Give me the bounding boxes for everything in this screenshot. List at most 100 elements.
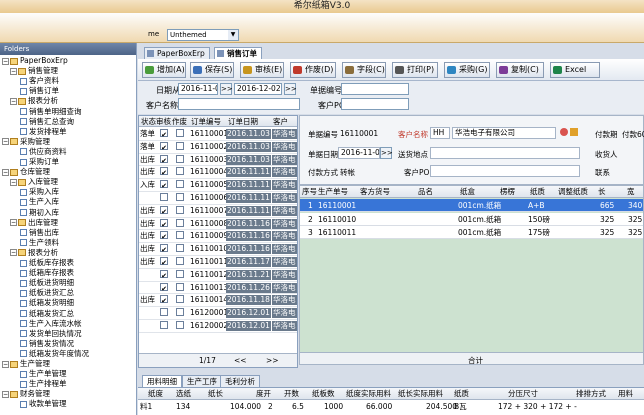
order-no-search-field[interactable] <box>341 83 409 95</box>
tree-item[interactable]: 纸箱库存报表 <box>20 268 74 278</box>
audited-checkbox[interactable]: ✔ <box>160 257 168 267</box>
col-voided[interactable]: 作废 <box>172 116 187 127</box>
col-order-date[interactable]: 订单日期 <box>228 116 258 127</box>
audited-checkbox[interactable]: ✔ <box>160 295 168 305</box>
tree-item[interactable]: 销售出库 <box>20 228 59 238</box>
voided-checkbox[interactable] <box>176 231 184 240</box>
expand-toggle-icon[interactable]: − <box>10 249 17 257</box>
col-select[interactable]: 选纸 <box>176 388 191 400</box>
detail-pay-method-value[interactable]: 转帐 <box>340 167 355 178</box>
detail-customer-code[interactable]: HH <box>430 127 450 139</box>
voided-checkbox[interactable] <box>176 193 184 201</box>
col-status[interactable]: 状态 <box>141 116 156 127</box>
detail-customer-name[interactable]: 华浩电子有限公司 <box>452 127 556 139</box>
col-customer[interactable]: 客户 <box>273 116 288 127</box>
detail-customer-po-field[interactable] <box>430 165 580 177</box>
voided-checkbox[interactable] <box>176 244 184 253</box>
col-cut[interactable]: 度开 <box>256 388 271 400</box>
expand-toggle-icon[interactable]: − <box>2 57 9 65</box>
tree-item[interactable]: 发货排程单 <box>20 127 67 137</box>
tree-item[interactable]: − 报表分析 <box>10 96 58 106</box>
voided-checkbox[interactable] <box>176 321 184 329</box>
col-paper-quality[interactable]: 纸质 <box>454 388 469 400</box>
audited-checkbox[interactable]: ✔ <box>160 154 168 165</box>
tree-item[interactable]: 客户资料 <box>20 76 59 86</box>
col-length[interactable]: 长 <box>598 186 606 198</box>
tree-item[interactable]: − 出库管理 <box>10 218 58 228</box>
tree-item[interactable]: 纸板库存报表 <box>20 258 74 268</box>
tree-item[interactable]: 销售汇总查询 <box>20 117 74 127</box>
col-length-used[interactable]: 纸长实际用料 <box>398 388 443 400</box>
customer-po-search-field[interactable] <box>341 98 409 110</box>
tab-paperboxerp[interactable]: PaperBoxErp <box>144 47 210 59</box>
tree-item[interactable]: − 财务管理 <box>2 389 50 399</box>
expand-toggle-icon[interactable]: − <box>2 360 9 368</box>
audited-checkbox[interactable] <box>160 321 168 329</box>
tree-item[interactable]: − 采购管理 <box>2 137 50 147</box>
tree-item[interactable]: − PaperBoxErp <box>2 56 68 66</box>
pager-prev-button[interactable]: << <box>234 356 247 365</box>
tree-item[interactable]: 纸板进货明细 <box>20 278 74 288</box>
audited-checkbox[interactable] <box>160 308 168 317</box>
expand-toggle-icon[interactable]: − <box>10 67 17 75</box>
order-row[interactable]: 出库 ✔ 16110010 2016.11.16 华洛电 <box>139 243 297 256</box>
audited-checkbox[interactable]: ✔ <box>160 167 168 177</box>
tree-item[interactable]: 纸板进货汇总 <box>20 288 74 298</box>
date-to-field[interactable]: 2016-12-02 <box>234 83 282 95</box>
tree-item[interactable]: − 生产管理 <box>2 359 50 369</box>
order-row[interactable]: 出库 ✔ 16110009 2016.11.16 华洛电 <box>139 230 297 244</box>
audited-checkbox[interactable]: ✔ <box>160 244 168 254</box>
expand-toggle-icon[interactable]: − <box>2 168 9 176</box>
material-row[interactable]: 料1 134 104.000 2 6.5 1000 66.000 204.500… <box>138 401 644 414</box>
audited-checkbox[interactable]: ✔ <box>160 129 168 139</box>
expand-toggle-icon[interactable]: − <box>10 178 17 186</box>
theme-select[interactable]: Unthemed ▼ <box>167 29 239 41</box>
chevron-down-icon[interactable]: ▼ <box>228 30 238 40</box>
tree-item[interactable]: 发货单回执情况 <box>20 329 82 339</box>
toolbar-button[interactable]: 审核(E) <box>240 62 284 78</box>
order-row[interactable]: ✔ 16110012 2016.11.21 华洛电 <box>139 269 297 282</box>
col-width-used[interactable]: 纸度实际用料 <box>346 388 391 400</box>
expand-toggle-icon[interactable]: − <box>10 219 17 227</box>
toolbar-button[interactable]: 作废(D) <box>290 62 336 78</box>
col-layout[interactable]: 排排方式 <box>576 388 606 400</box>
col-split-size[interactable]: 分压尺寸 <box>508 388 538 400</box>
col-paper[interactable]: 纸质 <box>530 186 545 198</box>
tab-material-detail[interactable]: 用料明细 <box>142 375 182 387</box>
order-row[interactable]: ✔ 16110013 2016.11.26 华洛电 <box>139 282 297 295</box>
item-row[interactable]: 1 16110001 001cm.纸箱 A+B 665 340 <box>300 199 643 212</box>
voided-checkbox[interactable] <box>176 154 184 163</box>
voided-checkbox[interactable] <box>176 205 184 214</box>
order-row[interactable]: 落单 ✔ 16110002 2016.11.03 华洛电 <box>139 141 297 154</box>
tree-item[interactable]: 收款单管理 <box>20 399 67 409</box>
order-row[interactable]: 落单 ✔ 16110001 2016.11.03 华洛电 <box>139 128 297 141</box>
voided-checkbox[interactable] <box>176 295 184 304</box>
tree-item[interactable]: 生产单管理 <box>20 369 67 379</box>
tree-item[interactable]: 纸箱发货明细 <box>20 298 74 308</box>
customer-search-field[interactable] <box>178 98 300 110</box>
detail-date-picker-button[interactable]: >> <box>380 147 393 159</box>
order-row[interactable]: 16120001 2016.12.01 华洛电 <box>139 307 297 320</box>
tree-item[interactable]: 采购订单 <box>20 157 59 167</box>
audited-checkbox[interactable]: ✔ <box>160 205 168 216</box>
voided-checkbox[interactable] <box>176 141 184 150</box>
detail-date-field[interactable]: 2016-11-03 <box>338 147 380 159</box>
tree-item[interactable]: 生产入库 <box>20 197 59 207</box>
tree-item[interactable]: 生产领料 <box>20 238 59 248</box>
detail-ship-addr-field[interactable] <box>430 147 580 159</box>
tree-item[interactable]: 销售发货情况 <box>20 339 74 349</box>
tab-process[interactable]: 生产工序 <box>182 375 222 387</box>
tree-item[interactable]: 期初入库 <box>20 208 59 218</box>
toolbar-button[interactable]: 采购(G) <box>444 62 490 78</box>
audited-checkbox[interactable]: ✔ <box>160 218 168 229</box>
toolbar-button[interactable]: 打印(P) <box>392 62 438 78</box>
col-name[interactable]: 品名 <box>418 186 433 198</box>
order-row[interactable]: 出库 ✔ 16110007 2016.11.11 华洛电 <box>139 205 297 218</box>
audited-checkbox[interactable]: ✔ <box>160 269 168 280</box>
item-row[interactable]: 2 16110010 001cm.纸箱 150磅 325 325 <box>300 212 643 226</box>
tree-item[interactable]: 生产排程单 <box>20 379 67 389</box>
expand-toggle-icon[interactable]: − <box>2 390 9 398</box>
tree-item[interactable]: − 仓库管理 <box>2 167 50 177</box>
date-from-field[interactable]: 2016-11-01 <box>178 83 218 95</box>
pager-next-button[interactable]: >> <box>266 356 279 365</box>
